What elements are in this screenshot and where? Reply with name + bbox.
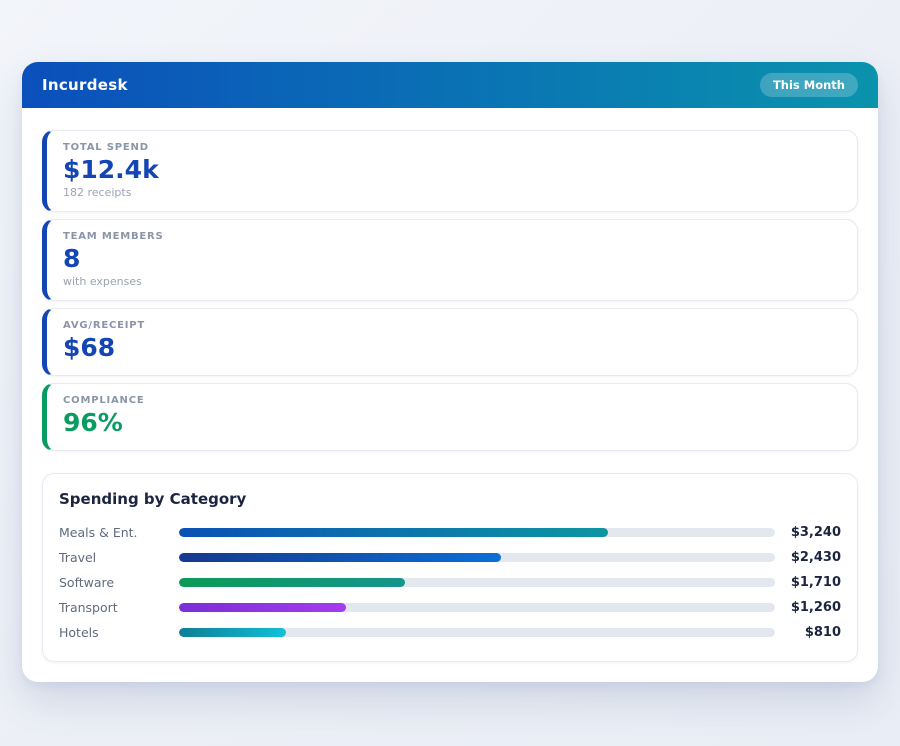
chart-row-travel: Travel $2,430 bbox=[59, 545, 841, 570]
bar-track bbox=[179, 628, 775, 637]
dashboard-window: Incurdesk This Month TOTAL SPEND $12.4k … bbox=[22, 62, 878, 682]
category-label: Hotels bbox=[59, 625, 179, 640]
stat-card-compliance: COMPLIANCE 96% bbox=[42, 383, 858, 451]
category-label: Meals & Ent. bbox=[59, 525, 179, 540]
category-value: $2,430 bbox=[775, 550, 841, 565]
bar-fill-hotels bbox=[179, 628, 286, 637]
bar-track bbox=[179, 553, 775, 562]
stat-subtext: with expenses bbox=[63, 275, 841, 288]
category-value: $1,710 bbox=[775, 575, 841, 590]
app-title: Incurdesk bbox=[42, 76, 128, 94]
spending-by-category-card: Spending by Category Meals & Ent. $3,240… bbox=[42, 473, 858, 662]
stat-card-total-spend: TOTAL SPEND $12.4k 182 receipts bbox=[42, 130, 858, 212]
stat-label: TEAM MEMBERS bbox=[63, 231, 841, 242]
chart-row-software: Software $1,710 bbox=[59, 570, 841, 595]
bar-track bbox=[179, 578, 775, 587]
bar-fill-travel bbox=[179, 553, 501, 562]
category-label: Travel bbox=[59, 550, 179, 565]
stat-subtext: 182 receipts bbox=[63, 186, 841, 199]
stat-label: AVG/RECEIPT bbox=[63, 320, 841, 331]
bar-track bbox=[179, 528, 775, 537]
stat-card-avg-receipt: AVG/RECEIPT $68 bbox=[42, 308, 858, 376]
category-value: $810 bbox=[775, 625, 841, 640]
app-header: Incurdesk This Month bbox=[22, 62, 878, 108]
category-value: $1,260 bbox=[775, 600, 841, 615]
stat-card-team-members: TEAM MEMBERS 8 with expenses bbox=[42, 219, 858, 301]
stat-label: TOTAL SPEND bbox=[63, 142, 841, 153]
bar-fill-transport bbox=[179, 603, 346, 612]
stat-label: COMPLIANCE bbox=[63, 395, 841, 406]
category-label: Software bbox=[59, 575, 179, 590]
chart-row-hotels: Hotels $810 bbox=[59, 620, 841, 645]
period-badge[interactable]: This Month bbox=[760, 73, 858, 97]
bar-fill-meals bbox=[179, 528, 608, 537]
category-label: Transport bbox=[59, 600, 179, 615]
dashboard-body: TOTAL SPEND $12.4k 182 receipts TEAM MEM… bbox=[22, 108, 878, 682]
chart-title: Spending by Category bbox=[59, 490, 841, 508]
bar-fill-software bbox=[179, 578, 405, 587]
stat-value: 8 bbox=[63, 244, 841, 274]
stat-value: 96% bbox=[63, 408, 841, 438]
category-value: $3,240 bbox=[775, 525, 841, 540]
bar-track bbox=[179, 603, 775, 612]
chart-row-transport: Transport $1,260 bbox=[59, 595, 841, 620]
chart-row-meals: Meals & Ent. $3,240 bbox=[59, 520, 841, 545]
stat-value: $68 bbox=[63, 333, 841, 363]
stat-value: $12.4k bbox=[63, 155, 841, 185]
